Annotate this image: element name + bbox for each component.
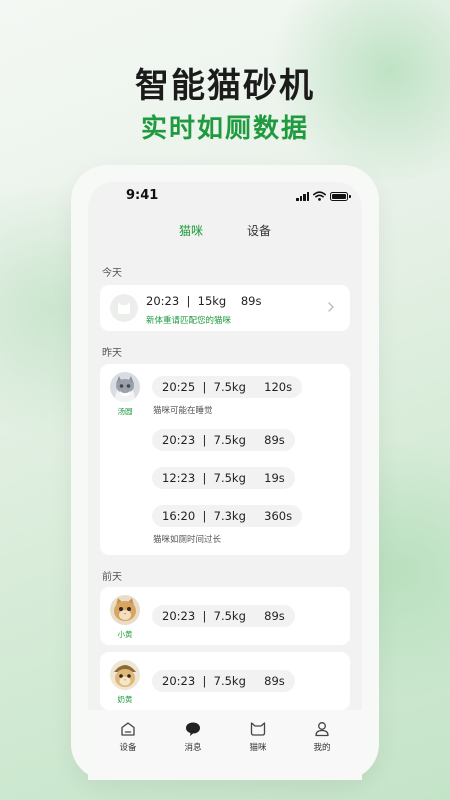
today-record-note: 新体重请匹配您的猫咪 xyxy=(146,316,232,326)
section-label-today: 今天 xyxy=(102,268,122,279)
cat-avatar-tangyuan[interactable] xyxy=(110,372,140,402)
home-icon xyxy=(121,722,135,736)
record-pill[interactable]: 20:23 | 7.5kg 89s xyxy=(152,429,295,451)
nav-label-devices: 设备 xyxy=(119,743,137,753)
record-pill[interactable]: 20:23 | 7.5kg 89s xyxy=(152,670,295,692)
record-pill[interactable]: 16:20 | 7.3kg 360s xyxy=(152,505,303,527)
tab-devices[interactable]: 设备 xyxy=(247,222,271,239)
tab-cats[interactable]: 猫咪 xyxy=(179,222,203,239)
cat-name-xiaohuang: 小黄 xyxy=(117,630,133,639)
nav-item-cats[interactable]: 猫咪 xyxy=(238,720,278,753)
record-pill[interactable]: 20:23 | 7.5kg 89s xyxy=(152,605,295,627)
top-tabs: 猫咪 设备 xyxy=(88,222,362,242)
record-note: 猫咪可能在睡觉 xyxy=(153,406,213,416)
status-bar: 9:41 xyxy=(88,182,362,212)
nav-label-profile: 我的 xyxy=(313,743,331,753)
section-label-yesterday: 昨天 xyxy=(102,348,122,359)
day-before-record-card: 奶黄 20:23 | 7.5kg 89s xyxy=(100,652,350,710)
cat-name-naihuang: 奶黄 xyxy=(117,695,133,704)
app-screen: 9:41 猫咪 设备 今天 20:23 | 15kg 89s 新体重请匹配您的猫… xyxy=(88,182,362,780)
bottom-nav: 设备 消息 猫咪 我的 xyxy=(88,710,362,780)
cat-name-tangyuan: 汤圆 xyxy=(117,407,133,416)
today-record-text: 20:23 | 15kg 89s xyxy=(146,294,262,308)
cat-avatar-xiaohuang[interactable] xyxy=(110,595,140,625)
status-time: 9:41 xyxy=(126,188,159,203)
signal-icon xyxy=(296,191,309,201)
cat-avatar-naihuang[interactable] xyxy=(110,660,140,690)
chevron-right-icon[interactable] xyxy=(324,300,338,314)
chat-bubble-icon xyxy=(186,722,200,736)
nav-item-messages[interactable]: 消息 xyxy=(173,720,213,753)
record-pill[interactable]: 12:23 | 7.5kg 19s xyxy=(152,467,295,489)
promo-headline: 智能猫砂机 xyxy=(135,66,315,106)
nav-item-devices[interactable]: 设备 xyxy=(108,720,148,753)
nav-item-profile[interactable]: 我的 xyxy=(302,720,342,753)
battery-icon xyxy=(330,191,351,201)
nav-label-messages: 消息 xyxy=(184,743,202,753)
unknown-cat-avatar xyxy=(110,294,138,322)
wifi-icon xyxy=(313,191,326,201)
day-before-record-card: 小黄 20:23 | 7.5kg 89s xyxy=(100,587,350,645)
cat-icon xyxy=(250,722,266,736)
record-note: 猫咪如厕时间过长 xyxy=(153,535,222,545)
cat-icon xyxy=(118,302,130,314)
nav-label-cats: 猫咪 xyxy=(249,743,267,753)
yesterday-records-card: 汤圆 20:25 | 7.5kg 120s 猫咪可能在睡觉 20:23 | 7.… xyxy=(100,364,350,555)
record-pill[interactable]: 20:25 | 7.5kg 120s xyxy=(152,376,303,398)
section-label-day-before: 前天 xyxy=(102,572,122,583)
person-icon xyxy=(315,722,329,737)
promo-subline: 实时如厕数据 xyxy=(140,114,309,144)
today-record-card[interactable]: 20:23 | 15kg 89s 新体重请匹配您的猫咪 xyxy=(100,285,350,331)
